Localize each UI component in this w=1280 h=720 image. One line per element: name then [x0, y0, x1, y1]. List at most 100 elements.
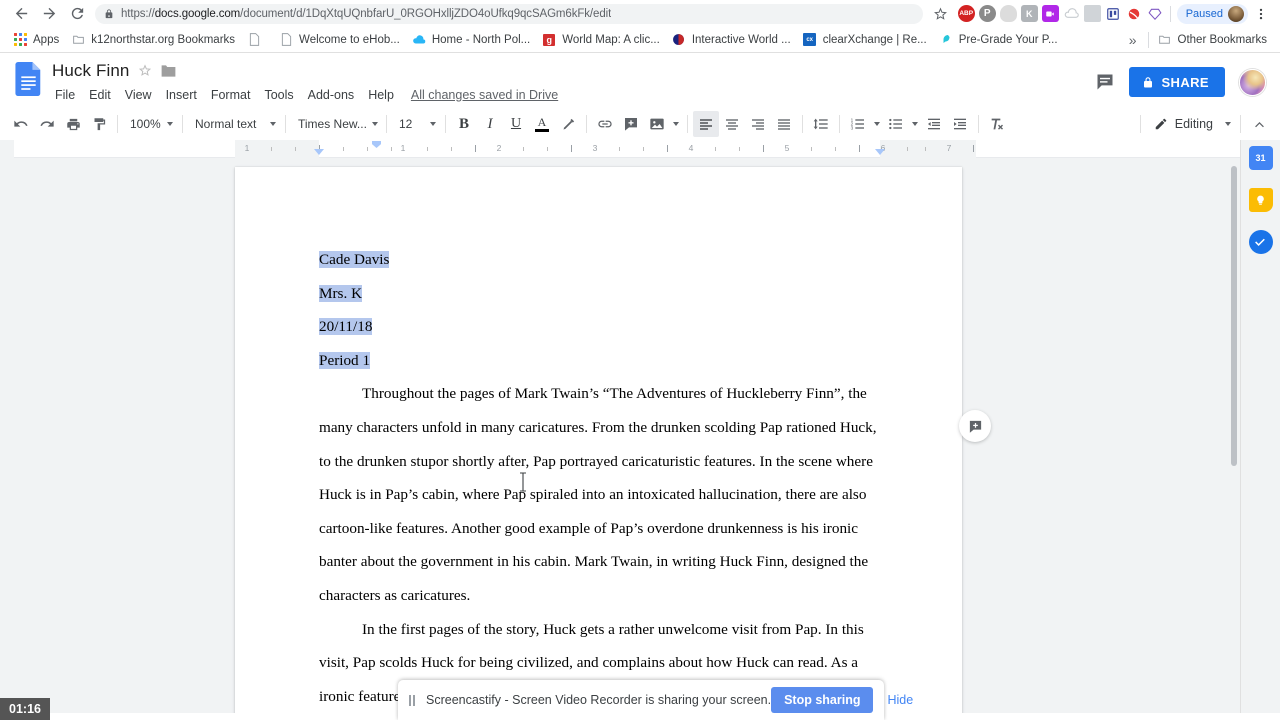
bulleted-list-dropdown[interactable]	[909, 111, 921, 137]
grey-extension-icon[interactable]	[1083, 5, 1101, 22]
clear-formatting-icon[interactable]	[984, 111, 1010, 137]
underline-button[interactable]: U	[503, 111, 529, 137]
kami-extension-icon[interactable]: K	[1020, 5, 1038, 22]
other-bookmarks-button[interactable]: Other Bookmarks	[1152, 31, 1273, 49]
toolbar-divider	[386, 115, 387, 133]
numbered-list-dropdown[interactable]	[871, 111, 883, 137]
comment-history-icon[interactable]	[1095, 72, 1115, 92]
save-status[interactable]: All changes saved in Drive	[411, 88, 558, 102]
screencastify-extension-icon[interactable]	[1041, 5, 1059, 22]
bookmark-item-1[interactable]	[241, 31, 273, 49]
decrease-indent-icon[interactable]	[921, 111, 947, 137]
hide-button[interactable]: Hide	[883, 693, 917, 707]
document-page[interactable]: Cade Davis Mrs. K 20/11/18 Period 1 Thro…	[235, 167, 962, 713]
bookmark-item-5[interactable]: Interactive World ...	[666, 31, 797, 49]
bookmark-apps[interactable]: Apps	[7, 31, 65, 49]
insert-image-dropdown[interactable]	[670, 111, 682, 137]
undo-icon[interactable]	[8, 111, 34, 137]
pinterest-extension-icon[interactable]: P	[978, 5, 996, 22]
ruler-num-4: 4	[688, 143, 694, 153]
collapse-menus-icon[interactable]	[1246, 111, 1272, 137]
address-bar[interactable]: https://docs.google.com/document/d/1DqXt…	[95, 3, 923, 24]
bookmarks-overflow-icon[interactable]: »	[1121, 32, 1145, 48]
ruler-num-0: 1	[244, 143, 250, 153]
align-justify-icon[interactable]	[771, 111, 797, 137]
paint-format-icon[interactable]	[86, 111, 112, 137]
menu-file[interactable]: File	[52, 86, 82, 104]
numbered-list-icon[interactable]: 123	[845, 111, 871, 137]
chevron-down-icon	[1225, 122, 1231, 126]
google-docs-icon[interactable]	[10, 59, 46, 103]
scrollbar-thumb[interactable]	[1231, 166, 1237, 466]
paragraph-style-dropdown[interactable]: Normal text	[188, 112, 280, 136]
page-scroll: Cade Davis Mrs. K 20/11/18 Period 1 Thro…	[14, 158, 1240, 713]
bulleted-list-icon[interactable]	[883, 111, 909, 137]
menu-view[interactable]: View	[118, 86, 159, 104]
toolbar-divider	[802, 115, 803, 133]
align-right-icon[interactable]	[745, 111, 771, 137]
bold-button[interactable]: B	[451, 111, 477, 137]
bookmark-item-4[interactable]: g World Map: A clic...	[536, 31, 666, 49]
editing-mode-button[interactable]: Editing	[1146, 117, 1221, 131]
print-icon[interactable]	[60, 111, 86, 137]
diamond-extension-icon[interactable]	[1147, 5, 1164, 22]
back-icon[interactable]	[8, 1, 34, 27]
insert-image-icon[interactable]	[644, 111, 670, 137]
menu-tools[interactable]: Tools	[257, 86, 300, 104]
first-line-indent-marker[interactable]	[372, 141, 381, 148]
document-text-body[interactable]: Cade Davis Mrs. K 20/11/18 Period 1 Thro…	[319, 243, 879, 713]
redo-icon[interactable]	[34, 111, 60, 137]
ghost-extension-icon[interactable]	[999, 5, 1017, 22]
font-size-dropdown[interactable]: 12	[392, 112, 440, 136]
text-color-button[interactable]: A	[529, 111, 555, 137]
right-indent-marker[interactable]	[875, 149, 885, 155]
bookmark-item-7[interactable]: Pre-Grade Your P...	[933, 31, 1064, 49]
paragraph-text: Throughout the pages of Mark Twain’s “Th…	[319, 385, 877, 604]
line-spacing-icon[interactable]	[808, 111, 834, 137]
menu-insert[interactable]: Insert	[159, 86, 204, 104]
star-icon[interactable]	[138, 63, 152, 80]
red-extension-icon[interactable]	[1126, 5, 1143, 22]
google-calendar-icon[interactable]: 31	[1248, 146, 1273, 170]
header-text: 20/11/18	[319, 318, 373, 336]
insert-link-icon[interactable]	[592, 111, 618, 137]
bookmark-item-2[interactable]: Welcome to eHob...	[273, 31, 406, 49]
cloud-extension-icon[interactable]	[1063, 5, 1080, 22]
ruler-margin-right	[880, 140, 976, 158]
bookmark-item-3[interactable]: Home - North Pol...	[406, 31, 536, 49]
profile-paused-chip[interactable]: Paused	[1176, 3, 1248, 24]
italic-button[interactable]: I	[477, 111, 503, 137]
avatar[interactable]	[1239, 68, 1266, 96]
vertical-scrollbar[interactable]	[1228, 158, 1240, 713]
increase-indent-icon[interactable]	[947, 111, 973, 137]
share-button[interactable]: SHARE	[1129, 67, 1225, 97]
add-comment-icon[interactable]	[618, 111, 644, 137]
menu-help[interactable]: Help	[361, 86, 401, 104]
google-keep-icon[interactable]	[1248, 188, 1273, 212]
stop-sharing-button[interactable]: Stop sharing	[771, 687, 874, 713]
highlight-color-icon[interactable]	[555, 111, 581, 137]
pause-icon[interactable]	[409, 694, 415, 706]
left-indent-marker[interactable]	[314, 149, 324, 155]
bookmark-star-icon[interactable]	[930, 3, 952, 25]
editing-mode-dropdown[interactable]	[1221, 111, 1235, 137]
bookmark-item-6[interactable]: cx clearXchange | Re...	[797, 31, 933, 49]
menu-format[interactable]: Format	[204, 86, 258, 104]
page-title[interactable]: Huck Finn	[52, 61, 129, 81]
font-family-dropdown[interactable]: Times New...	[291, 112, 381, 136]
menu-edit[interactable]: Edit	[82, 86, 118, 104]
reload-icon[interactable]	[64, 1, 90, 27]
recording-timer: 01:16	[0, 698, 50, 720]
move-to-folder-icon[interactable]	[161, 64, 176, 78]
chrome-menu-icon[interactable]	[1250, 3, 1272, 25]
trello-extension-icon[interactable]	[1105, 5, 1122, 22]
add-comment-fab[interactable]	[959, 410, 991, 442]
bookmark-item-0[interactable]: k12northstar.org Bookmarks	[65, 31, 241, 49]
align-left-icon[interactable]	[693, 111, 719, 137]
menu-addons[interactable]: Add-ons	[301, 86, 362, 104]
forward-icon[interactable]	[36, 1, 62, 27]
zoom-dropdown[interactable]: 100%	[123, 112, 177, 136]
google-tasks-icon[interactable]	[1248, 230, 1273, 254]
adblock-plus-extension-icon[interactable]: ABP	[957, 5, 975, 22]
align-center-icon[interactable]	[719, 111, 745, 137]
